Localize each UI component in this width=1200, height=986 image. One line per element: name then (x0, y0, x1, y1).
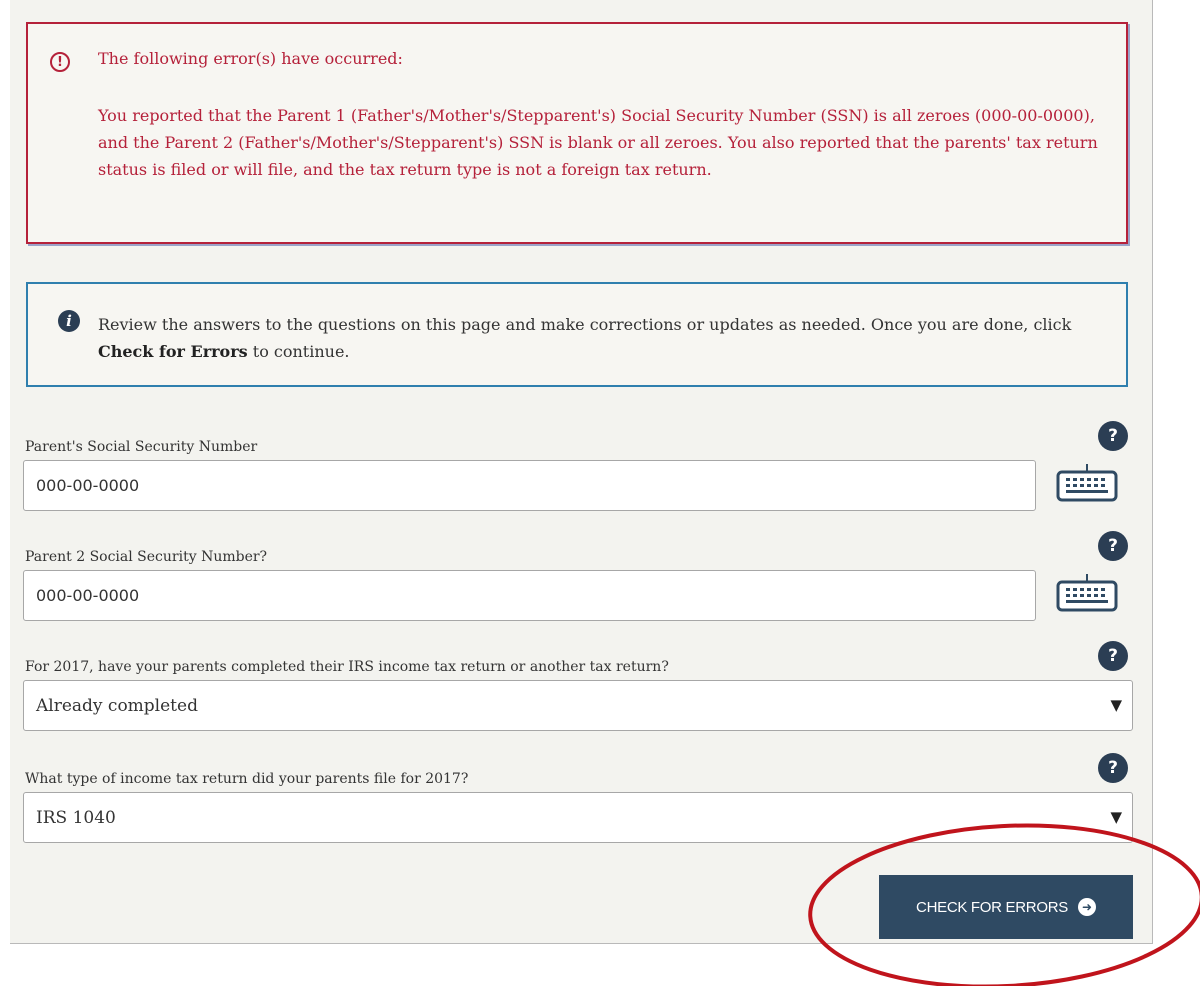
parent1-keyboard-icon[interactable] (1055, 464, 1119, 504)
parent1-ssn-help-icon[interactable]: ? (1098, 421, 1128, 451)
error-title: The following error(s) have occurred: (98, 49, 403, 68)
parent1-ssn-input[interactable] (23, 460, 1036, 511)
info-icon: i (58, 310, 80, 332)
tax-type-label: What type of income tax return did your … (25, 771, 469, 787)
info-bold-text: Check for Errors (98, 342, 248, 361)
parent2-ssn-input[interactable] (23, 570, 1036, 621)
tax-type-help-icon[interactable]: ? (1098, 753, 1128, 783)
tax-status-value: Already completed (36, 696, 198, 716)
check-for-errors-button[interactable]: CHECK FOR ERRORS ➜ (879, 875, 1133, 939)
info-alert: i Review the answers to the questions on… (26, 282, 1128, 387)
parent2-keyboard-icon[interactable] (1055, 574, 1119, 614)
tax-type-value: IRS 1040 (36, 808, 116, 828)
info-message: Review the answers to the questions on t… (98, 315, 1072, 361)
error-circle-icon: ! (50, 52, 70, 72)
dropdown-arrow-icon: ▼ (1110, 696, 1122, 714)
parent2-ssn-help-icon[interactable]: ? (1098, 531, 1128, 561)
tax-status-help-icon[interactable]: ? (1098, 641, 1128, 671)
tax-status-select[interactable]: Already completed ▼ (23, 680, 1133, 731)
parent1-ssn-label: Parent's Social Security Number (25, 439, 258, 455)
arrow-right-circle-icon: ➜ (1077, 898, 1096, 916)
error-alert: ! The following error(s) have occurred: … (26, 22, 1128, 244)
check-for-errors-label: CHECK FOR ERRORS (916, 898, 1068, 916)
tax-status-label: For 2017, have your parents completed th… (25, 659, 669, 675)
error-message: You reported that the Parent 1 (Father's… (98, 106, 1098, 179)
parent2-ssn-label: Parent 2 Social Security Number? (25, 549, 268, 565)
tax-type-select[interactable]: IRS 1040 ▼ (23, 792, 1133, 843)
dropdown-arrow-icon: ▼ (1110, 808, 1122, 826)
